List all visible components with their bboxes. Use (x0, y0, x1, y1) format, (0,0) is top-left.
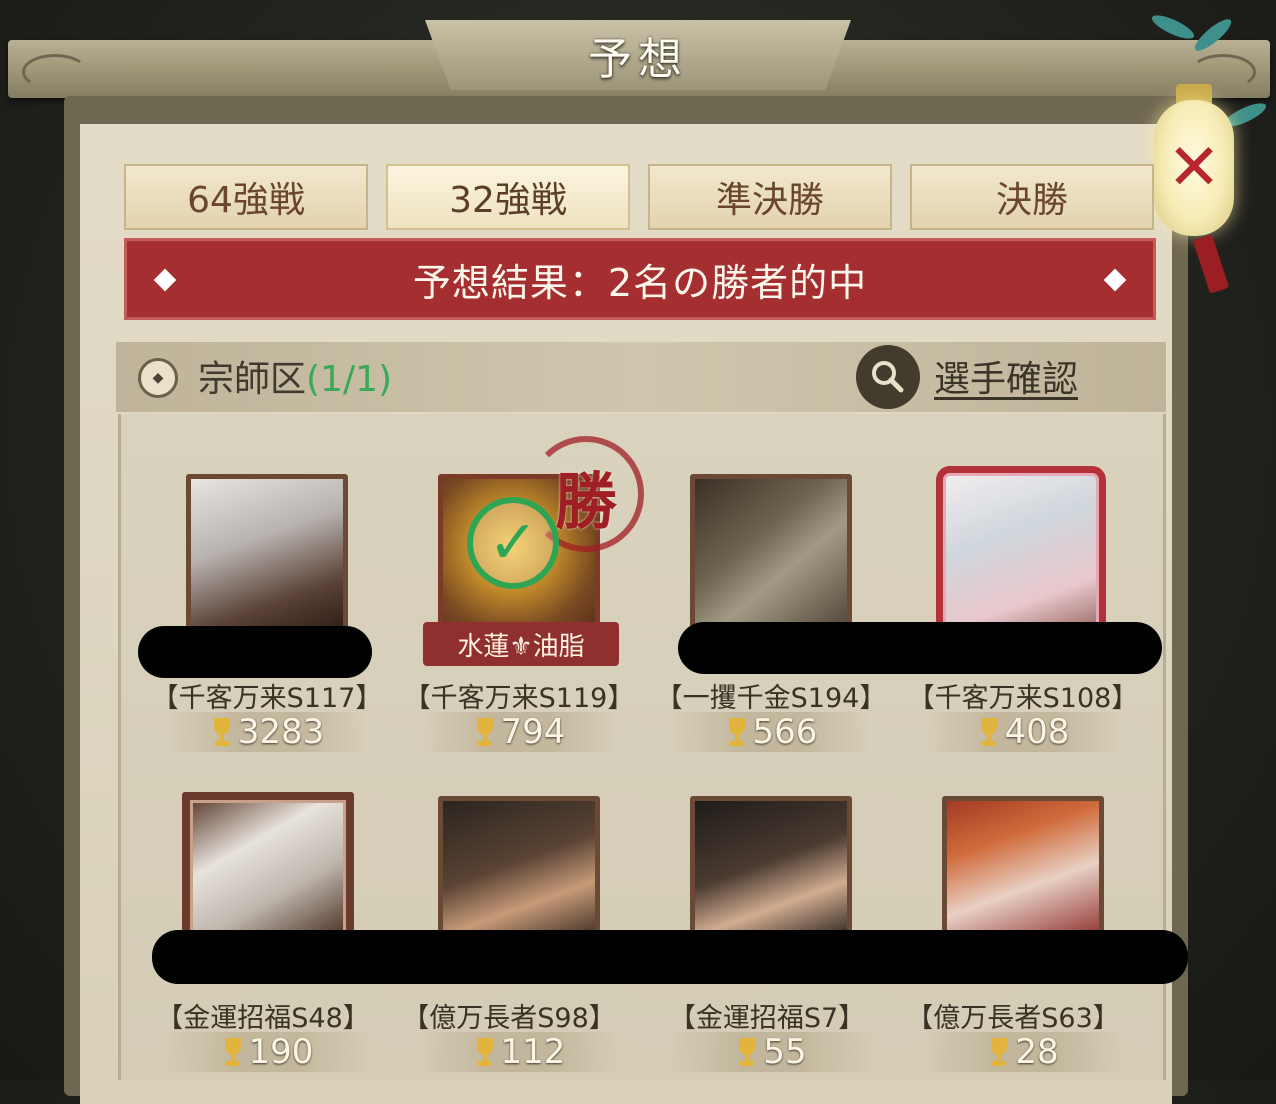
player-server: 【千客万来S108】 (907, 683, 1139, 714)
score-value: 190 (248, 1032, 314, 1072)
round-tabs: 64強戦 32強戦 準決勝 決勝 (124, 164, 1156, 232)
trophy-icon (213, 718, 230, 746)
player-server: 【千客万来S117】 (151, 683, 383, 714)
tab-label: 決勝 (995, 180, 1068, 221)
redacted-name (678, 622, 1162, 674)
section-count: (1/1) (306, 359, 393, 400)
section-title: 宗師区(1/1) (198, 350, 392, 402)
trophy-icon (476, 718, 493, 746)
coin-icon: ◆ (138, 358, 178, 398)
score-value: 55 (763, 1032, 807, 1072)
player-server: 【金運招福S48】 (156, 1003, 370, 1034)
tab-32[interactable]: 32強戦 (386, 164, 630, 230)
player-portrait[interactable] (186, 474, 348, 636)
prediction-result-text: 予想結果：2名の勝者的中 (412, 260, 868, 305)
tab-label: 32強戦 (449, 180, 567, 221)
player-portrait[interactable] (690, 474, 852, 636)
player-server: 【一攫千金S194】 (655, 683, 887, 714)
winner-name-label: 水蓮⚜油脂 (423, 622, 619, 666)
trophy-icon (476, 1038, 493, 1066)
diamond-icon (1103, 268, 1127, 292)
diamond-icon (153, 268, 177, 292)
score-value: 3283 (237, 712, 325, 752)
trophy-icon (728, 718, 745, 746)
search-icon (872, 361, 904, 393)
player-portrait[interactable] (936, 466, 1106, 636)
trophy-icon (991, 1038, 1008, 1066)
player-score: 28 (923, 1032, 1123, 1072)
redacted-name (152, 930, 1188, 984)
trophy-icon (980, 718, 997, 746)
lantern-tassel (1192, 234, 1230, 294)
leaf-decoration (1149, 10, 1197, 44)
tab-semifinal[interactable]: 準決勝 (648, 164, 892, 230)
player-score: 408 (923, 712, 1123, 752)
player-score: 55 (671, 1032, 871, 1072)
player-score: 190 (167, 1032, 367, 1072)
close-icon: ✕ (1167, 131, 1221, 205)
tab-64[interactable]: 64強戦 (124, 164, 368, 230)
score-value: 566 (752, 712, 818, 752)
player-portrait[interactable] (182, 792, 354, 942)
score-value: 794 (500, 712, 566, 752)
player-score: 3283 (167, 712, 367, 752)
score-value: 28 (1015, 1032, 1059, 1072)
player-server: 【億万長者S98】 (402, 1003, 616, 1034)
close-button[interactable]: ✕ (1154, 100, 1234, 236)
page-title: 予想 (588, 34, 688, 85)
search-button[interactable] (856, 345, 920, 409)
tab-label: 64強戦 (187, 180, 305, 221)
check-players-link[interactable]: 選手確認 (934, 350, 1078, 402)
player-server: 【千客万来S119】 (403, 683, 635, 714)
redacted-name (138, 626, 372, 678)
player-score: 794 (419, 712, 619, 752)
player-portrait[interactable] (942, 796, 1104, 944)
player-score: 566 (671, 712, 871, 752)
player-server: 【億万長者S63】 (906, 1003, 1120, 1034)
section-label: 宗師区 (198, 359, 307, 400)
trophy-icon (224, 1038, 241, 1066)
trophy-icon (739, 1038, 756, 1066)
player-server: 【金運招福S7】 (668, 1003, 866, 1034)
player-portrait[interactable] (438, 796, 600, 944)
title-plate: 予想 (425, 20, 851, 90)
check-icon: ✓ (467, 497, 559, 589)
tab-label: 準決勝 (715, 180, 824, 221)
score-value: 408 (1004, 712, 1070, 752)
tab-final[interactable]: 決勝 (910, 164, 1154, 230)
player-portrait[interactable] (690, 796, 852, 944)
player-score: 112 (419, 1032, 619, 1072)
prediction-result-banner: 予想結果：2名の勝者的中 (124, 238, 1156, 320)
score-value: 112 (500, 1032, 566, 1072)
